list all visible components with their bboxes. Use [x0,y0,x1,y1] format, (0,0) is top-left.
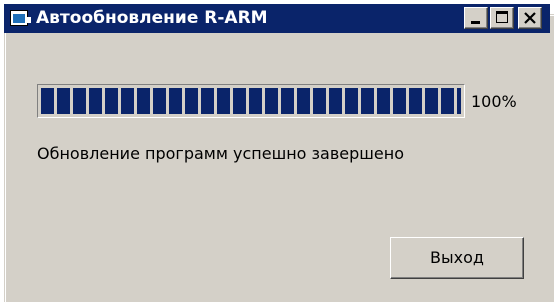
maximize-icon [496,11,508,23]
minimize-button[interactable] [464,7,488,29]
window-title: Автообновление R-ARM [36,8,268,28]
title-bar[interactable]: Автообновление R-ARM [4,4,550,33]
update-progress-bar [37,84,465,118]
close-icon [524,12,536,24]
minimize-icon [471,21,480,24]
status-message: Обновление программ успешно завершено [37,144,405,163]
progress-percent-label: 100% [471,92,517,111]
maximize-button[interactable] [490,7,514,29]
progress-fill [41,88,461,114]
exit-button[interactable]: Выход [390,237,524,279]
close-button[interactable] [518,7,542,29]
app-window-icon [10,10,31,26]
